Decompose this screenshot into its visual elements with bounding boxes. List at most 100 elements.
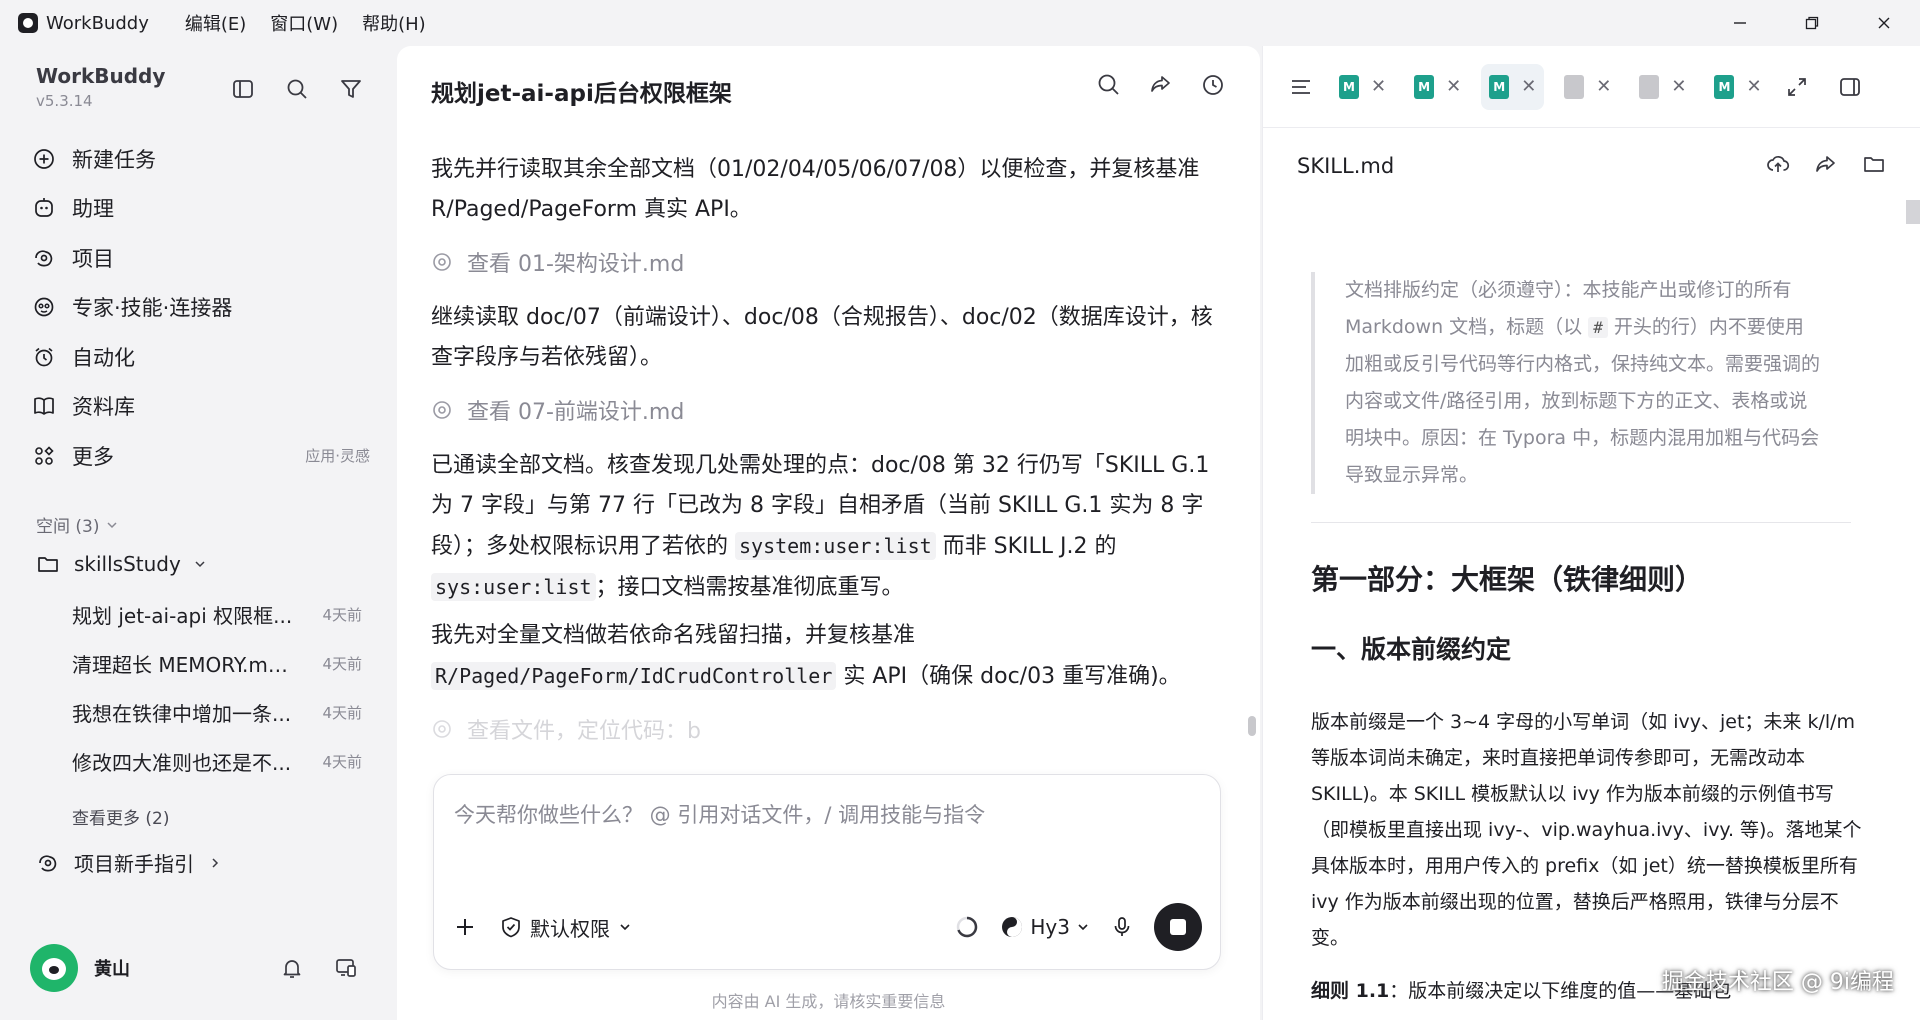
chat-tools	[1096, 72, 1226, 98]
plus-icon	[457, 919, 473, 935]
divider	[1311, 522, 1851, 523]
chat-messages: 我先并行读取其余全部文档（01/02/04/05/06/07/08）以便检查，并…	[431, 150, 1221, 814]
nav-assistant[interactable]: 助理	[30, 184, 370, 234]
markdown-file-icon: M	[1489, 74, 1510, 99]
voice-button[interactable]	[1110, 915, 1134, 939]
permission-select[interactable]: 默认权限	[500, 913, 632, 942]
stop-icon	[1170, 919, 1186, 935]
file-tab[interactable]: ✕	[1556, 64, 1619, 110]
notification-button[interactable]	[280, 956, 304, 980]
nav-label: 资料库	[72, 395, 135, 420]
share-icon	[1151, 76, 1170, 92]
minimize-button[interactable]	[1704, 0, 1776, 46]
conversation-title: 清理超长 MEMORY.md ...	[72, 653, 300, 677]
project-icon	[36, 851, 60, 875]
tab-list-button[interactable]	[1289, 75, 1313, 99]
search-icon	[287, 79, 307, 99]
nav-automation[interactable]: 自动化	[30, 332, 370, 382]
nav-project[interactable]: 项目	[30, 233, 370, 283]
nav-label: 新建任务	[72, 147, 156, 172]
restore-button[interactable]	[1776, 0, 1848, 46]
menu-lines-icon	[1292, 79, 1310, 94]
file-tab[interactable]: ✕	[1631, 64, 1694, 110]
user-name: 黄山	[94, 959, 130, 980]
minimize-icon	[1734, 22, 1746, 24]
chat-input[interactable]: 今天帮你做些什么？ @ 引用对话文件，/ 调用技能与指令 默认权限 Hy3	[433, 774, 1221, 970]
loading-spinner	[954, 914, 980, 940]
tool-step[interactable]: 查看 01-架构设计.md	[431, 238, 1221, 286]
nav-more[interactable]: 更多 应用·灵感	[30, 431, 370, 481]
close-window-button[interactable]	[1848, 0, 1920, 46]
project-icon	[30, 244, 58, 272]
space-label: 空间 (3)	[36, 517, 100, 537]
see-more-link[interactable]: 查看更多 (2)	[72, 804, 169, 829]
search-button[interactable]	[282, 74, 312, 104]
file-tab-active[interactable]: M ✕	[1481, 63, 1545, 110]
device-button[interactable]	[334, 956, 358, 980]
chat-panel: 规划jet-ai-api后台权限框架 我先并行读取其余全部文档（01/02/04…	[397, 46, 1260, 1020]
close-icon[interactable]: ✕	[1446, 76, 1461, 97]
file-tab[interactable]: M ✕	[1706, 64, 1769, 110]
markdown-file-icon: M	[1339, 74, 1359, 99]
expand-button[interactable]	[1786, 76, 1808, 98]
conversation-item[interactable]: 我想在铁律中增加一条... 4天前	[72, 688, 362, 737]
close-icon[interactable]: ✕	[1371, 76, 1386, 97]
close-icon[interactable]: ✕	[1521, 76, 1536, 97]
menu-edit[interactable]: 编辑(E)	[185, 10, 246, 36]
chat-scrollbar[interactable]	[1248, 716, 1256, 736]
inline-code: #	[1588, 317, 1608, 338]
attach-button[interactable]	[452, 914, 478, 940]
watermark: 掘金技术社区 @ 9i编程	[1661, 970, 1894, 995]
project-guide[interactable]: 项目新手指引	[36, 848, 222, 877]
filter-button[interactable]	[336, 74, 366, 104]
document-scrollbar[interactable]	[1906, 200, 1920, 224]
conversation-item[interactable]: 修改四大准则也还是不... 4天前	[72, 737, 362, 786]
nav-expert[interactable]: 专家·技能·连接器	[30, 283, 370, 333]
close-icon[interactable]: ✕	[1746, 76, 1761, 97]
project-folder[interactable]: skillsStudy	[36, 552, 207, 576]
conversation-item[interactable]: 规划 jet-ai-api 权限框... 4天前	[72, 590, 362, 639]
nav-label: 专家·技能·连接器	[72, 296, 233, 321]
space-header[interactable]: 空间 (3)	[36, 512, 119, 537]
menu-help[interactable]: 帮助(H)	[362, 10, 426, 36]
chat-search-button[interactable]	[1096, 72, 1122, 98]
message-text: 实 API（确保 doc/03 重写准确)。	[843, 664, 1181, 689]
toggle-sidebar-button[interactable]	[228, 74, 258, 104]
message-text: ；接口文档需按基准彻底重写。	[595, 575, 904, 600]
file-tab[interactable]: M ✕	[1331, 64, 1394, 110]
close-icon[interactable]: ✕	[1596, 76, 1611, 97]
open-folder-button[interactable]	[1862, 152, 1886, 176]
nav-new-task[interactable]: 新建任务	[30, 134, 370, 184]
plus-circle-icon	[30, 145, 58, 173]
file-tab-bar: M ✕ M ✕ M ✕ ✕ ✕ M ✕	[1263, 46, 1920, 128]
nav-library[interactable]: 资料库	[30, 382, 370, 432]
book-icon	[30, 392, 58, 420]
spinner-icon	[957, 916, 978, 938]
tool-step[interactable]: 查看 07-前端设计.md	[431, 386, 1221, 434]
conversation-item[interactable]: 清理超长 MEMORY.md ... 4天前	[72, 639, 362, 688]
share-button[interactable]	[1148, 72, 1174, 98]
stop-button[interactable]	[1154, 903, 1202, 951]
assistant-message: 我先对全量文档做若依命名残留扫描，并复核基准 R/Paged/PageForm/…	[431, 616, 1221, 697]
history-button[interactable]	[1200, 72, 1226, 98]
conversation-title: 我想在铁律中增加一条...	[72, 702, 292, 726]
menu-window[interactable]: 窗口(W)	[270, 10, 338, 36]
close-icon[interactable]: ✕	[1671, 76, 1686, 97]
user-profile[interactable]: 黄山	[30, 944, 130, 992]
toggle-panel-button[interactable]	[1838, 75, 1862, 99]
nav-label: 更多	[72, 444, 114, 469]
brand: WorkBuddy v5.3.14	[36, 64, 165, 110]
model-label: Hy3	[1030, 915, 1070, 939]
markdown-file-icon: M	[1714, 74, 1735, 99]
doc-heading-2: 一、版本前缀约定	[1311, 635, 1512, 664]
quote-text: 开头的行）内不要使用加粗或反引号代码等行内格式，保持纯文本。需要强调的内容或文件…	[1345, 316, 1821, 486]
upload-button[interactable]	[1766, 152, 1790, 176]
user-tools	[280, 956, 358, 980]
input-placeholder: 今天帮你做些什么？ @ 引用对话文件，/ 调用技能与指令	[454, 803, 986, 827]
close-icon	[1878, 17, 1890, 29]
tool-step[interactable]: 查看文件，定位代码：b	[431, 705, 1221, 753]
doc-share-button[interactable]	[1814, 152, 1838, 176]
tool-step-label: 查看 01-架构设计.md	[467, 252, 685, 277]
file-tab[interactable]: M ✕	[1406, 64, 1469, 110]
model-select[interactable]: Hy3	[1000, 915, 1090, 939]
